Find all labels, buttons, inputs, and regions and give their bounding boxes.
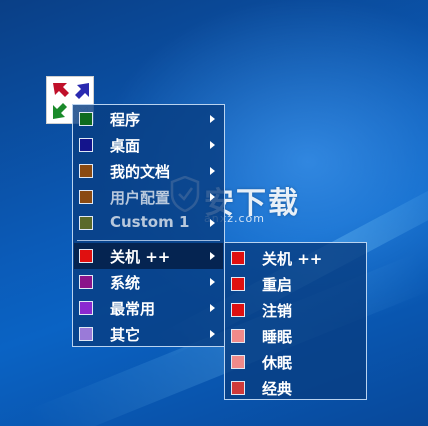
menu-item-system[interactable]: 系统	[74, 269, 223, 295]
color-swatch	[231, 303, 245, 317]
color-swatch	[79, 138, 93, 152]
color-swatch	[79, 216, 93, 230]
color-swatch	[231, 381, 245, 395]
menu-item-label: 最常用	[110, 300, 156, 318]
color-swatch	[79, 112, 93, 126]
color-swatch	[79, 190, 93, 204]
menu-item-programs[interactable]: 程序	[74, 106, 223, 132]
menu-item-label: 关机 ++	[262, 250, 323, 268]
submenu-item-logoff[interactable]: 注销	[226, 297, 365, 323]
submenu-item-restart[interactable]: 重启	[226, 271, 365, 297]
submenu-item-hibernate[interactable]: 休眠	[226, 349, 365, 375]
menu-item-custom-1[interactable]: Custom 1	[74, 210, 223, 236]
shutdown-submenu: 关机 ++ 重启 注销 睡眠 休眠 经典	[224, 242, 367, 400]
color-swatch	[79, 275, 93, 289]
menu-item-user-profile[interactable]: 用户配置	[74, 184, 223, 210]
color-swatch	[79, 164, 93, 178]
submenu-arrow-icon	[210, 278, 215, 286]
menu-item-my-documents[interactable]: 我的文档	[74, 158, 223, 184]
color-swatch	[231, 251, 245, 265]
submenu-item-sleep[interactable]: 睡眠	[226, 323, 365, 349]
menu-item-label: 注销	[262, 302, 293, 320]
submenu-arrow-icon	[210, 167, 215, 175]
submenu-arrow-icon	[210, 330, 215, 338]
menu-item-label: 经典	[262, 380, 293, 398]
menu-item-label: 其它	[110, 326, 141, 344]
submenu-item-classic[interactable]: 经典	[226, 375, 365, 401]
color-swatch	[79, 301, 93, 315]
submenu-arrow-icon	[210, 115, 215, 123]
color-swatch	[79, 249, 93, 263]
menu-item-label: 关机 ++	[110, 248, 171, 266]
color-swatch	[231, 277, 245, 291]
menu-item-label: 睡眠	[262, 328, 293, 346]
submenu-item-shutdown[interactable]: 关机 ++	[226, 245, 365, 271]
menu-item-other[interactable]: 其它	[74, 321, 223, 347]
menu-item-label: 桌面	[110, 137, 141, 155]
main-menu: 程序 桌面 我的文档 用户配置 Custom 1 关机 ++ 系统 最常用 其它	[72, 104, 225, 347]
menu-item-label: 休眠	[262, 354, 293, 372]
color-swatch	[231, 355, 245, 369]
menu-item-most-used[interactable]: 最常用	[74, 295, 223, 321]
menu-item-label: 我的文档	[110, 163, 171, 181]
submenu-arrow-icon	[210, 304, 215, 312]
menu-separator	[77, 240, 220, 241]
submenu-arrow-icon	[210, 219, 215, 227]
menu-item-label: 重启	[262, 276, 293, 294]
color-swatch	[231, 329, 245, 343]
menu-item-label: 程序	[110, 111, 141, 129]
menu-item-shutdown[interactable]: 关机 ++	[74, 243, 223, 269]
menu-item-desktop[interactable]: 桌面	[74, 132, 223, 158]
menu-item-label: 系统	[110, 274, 141, 292]
color-swatch	[79, 327, 93, 341]
submenu-arrow-icon	[210, 141, 215, 149]
menu-item-label: Custom 1	[110, 213, 190, 231]
menu-item-label: 用户配置	[110, 189, 171, 207]
submenu-arrow-icon	[210, 193, 215, 201]
submenu-arrow-icon	[210, 252, 215, 260]
